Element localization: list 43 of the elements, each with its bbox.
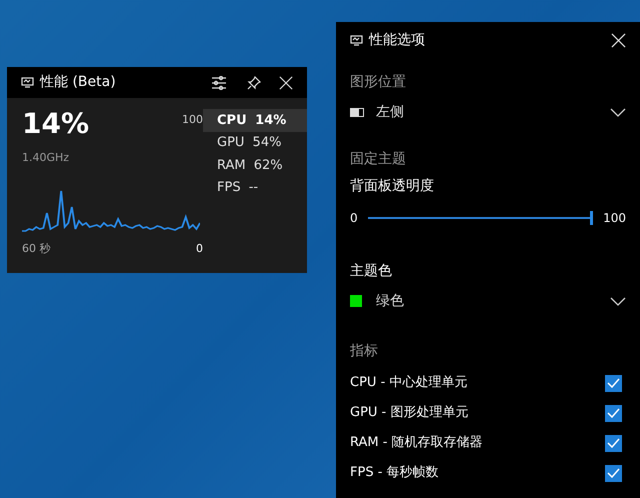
sliders-icon[interactable] — [211, 76, 227, 90]
checkbox[interactable] — [605, 404, 622, 422]
section-label: 固定主题 — [350, 150, 407, 169]
widget-title: 性能 (Beta) — [40, 73, 117, 92]
metric-option-label: CPU - 中心处理单元 — [350, 374, 468, 392]
checkmark-icon — [607, 438, 620, 448]
close-icon[interactable] — [611, 32, 626, 48]
checkbox[interactable] — [605, 434, 622, 452]
panel-title: 性能选项 — [369, 30, 426, 50]
position-dropdown[interactable]: 左侧 — [350, 102, 626, 122]
close-icon[interactable] — [279, 76, 293, 90]
checkmark-icon — [607, 378, 620, 388]
checkmark-icon — [607, 468, 620, 478]
max-label: 100 — [182, 112, 203, 128]
opacity-label: 背面板透明度 — [350, 177, 435, 196]
checkbox[interactable] — [605, 374, 622, 392]
chevron-down-icon[interactable] — [610, 296, 626, 306]
metric-item[interactable]: RAM 62% — [203, 154, 307, 176]
metric-item[interactable]: FPS -- — [203, 176, 307, 199]
theme-color-dropdown[interactable]: 绿色 — [350, 291, 626, 311]
metric-item[interactable]: CPU 14% — [203, 109, 307, 132]
frequency-label: 1.40GHz — [22, 150, 70, 166]
metric-option-label: GPU - 图形处理单元 — [350, 404, 470, 422]
pin-icon[interactable] — [247, 76, 261, 90]
left-layout-icon — [350, 108, 364, 116]
metric-option-label: RAM - 随机存取存储器 — [350, 434, 484, 452]
slider-min-label: 0 — [350, 210, 358, 227]
slider-thumb[interactable] — [590, 211, 594, 225]
checkbox[interactable] — [605, 464, 622, 482]
theme-color-label: 主题色 — [350, 262, 393, 281]
metric-item[interactable]: GPU 54% — [203, 132, 307, 154]
cpu-usage-value: 14% — [22, 110, 90, 138]
monitor-icon — [350, 34, 363, 46]
opacity-slider[interactable] — [368, 211, 594, 225]
min-label: 0 — [196, 240, 203, 256]
section-label: 指标 — [350, 342, 379, 361]
section-label: 图形位置 — [350, 73, 407, 92]
monitor-icon — [21, 77, 34, 88]
checkmark-icon — [607, 408, 620, 418]
chevron-down-icon[interactable] — [610, 108, 626, 116]
time-span-label: 60 秒 — [22, 240, 50, 256]
metric-option-label: FPS - 每秒帧数 — [350, 464, 440, 482]
slider-max-label: 100 — [603, 210, 626, 227]
